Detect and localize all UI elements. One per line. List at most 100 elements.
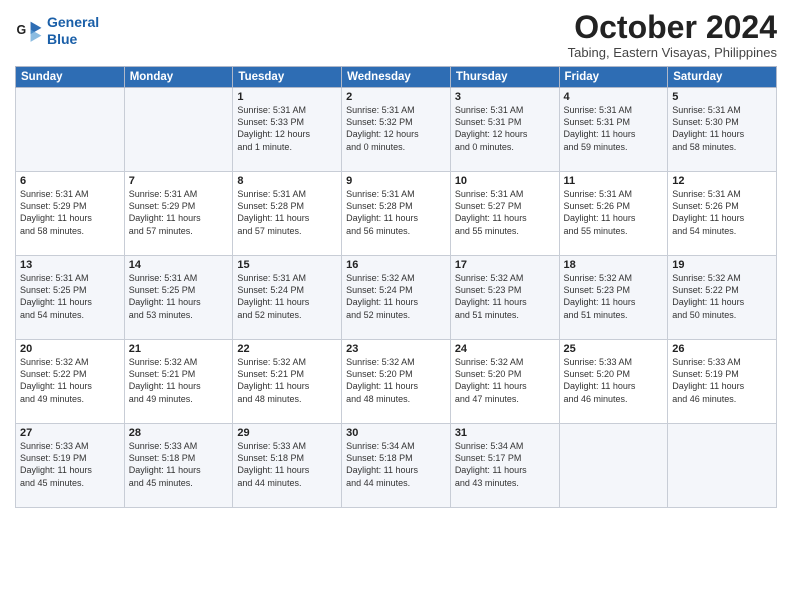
calendar-header-row: Sunday Monday Tuesday Wednesday Thursday… <box>16 67 777 88</box>
table-row: 2Sunrise: 5:31 AMSunset: 5:32 PMDaylight… <box>342 88 451 172</box>
logo-line1: General <box>47 14 99 30</box>
day-number: 25 <box>564 343 664 355</box>
table-row <box>16 88 125 172</box>
day-content: Sunrise: 5:32 AMSunset: 5:23 PMDaylight:… <box>564 272 664 321</box>
logo-line2: Blue <box>47 31 77 47</box>
day-number: 11 <box>564 175 664 187</box>
table-row: 31Sunrise: 5:34 AMSunset: 5:17 PMDayligh… <box>450 424 559 508</box>
table-row <box>124 88 233 172</box>
col-sunday: Sunday <box>16 67 125 88</box>
table-row: 6Sunrise: 5:31 AMSunset: 5:29 PMDaylight… <box>16 172 125 256</box>
day-content: Sunrise: 5:33 AMSunset: 5:18 PMDaylight:… <box>129 440 229 489</box>
day-number: 4 <box>564 91 664 103</box>
day-number: 21 <box>129 343 229 355</box>
day-number: 2 <box>346 91 446 103</box>
table-row: 15Sunrise: 5:31 AMSunset: 5:24 PMDayligh… <box>233 256 342 340</box>
logo-icon: G <box>15 17 43 45</box>
logo-text: General Blue <box>47 14 99 48</box>
table-row: 18Sunrise: 5:32 AMSunset: 5:23 PMDayligh… <box>559 256 668 340</box>
logo: G General Blue <box>15 14 99 48</box>
day-number: 15 <box>237 259 337 271</box>
day-number: 5 <box>672 91 772 103</box>
col-thursday: Thursday <box>450 67 559 88</box>
day-content: Sunrise: 5:32 AMSunset: 5:22 PMDaylight:… <box>672 272 772 321</box>
day-number: 3 <box>455 91 555 103</box>
table-row: 14Sunrise: 5:31 AMSunset: 5:25 PMDayligh… <box>124 256 233 340</box>
day-content: Sunrise: 5:33 AMSunset: 5:18 PMDaylight:… <box>237 440 337 489</box>
day-content: Sunrise: 5:31 AMSunset: 5:28 PMDaylight:… <box>237 188 337 237</box>
day-number: 9 <box>346 175 446 187</box>
day-content: Sunrise: 5:32 AMSunset: 5:21 PMDaylight:… <box>237 356 337 405</box>
table-row: 22Sunrise: 5:32 AMSunset: 5:21 PMDayligh… <box>233 340 342 424</box>
day-number: 24 <box>455 343 555 355</box>
header: G General Blue October 2024 Tabing, East… <box>15 10 777 60</box>
day-content: Sunrise: 5:32 AMSunset: 5:21 PMDaylight:… <box>129 356 229 405</box>
day-content: Sunrise: 5:31 AMSunset: 5:27 PMDaylight:… <box>455 188 555 237</box>
month-title: October 2024 <box>568 10 777 45</box>
day-number: 31 <box>455 427 555 439</box>
day-number: 14 <box>129 259 229 271</box>
calendar-week-row: 1Sunrise: 5:31 AMSunset: 5:33 PMDaylight… <box>16 88 777 172</box>
day-content: Sunrise: 5:31 AMSunset: 5:31 PMDaylight:… <box>455 104 555 153</box>
table-row: 9Sunrise: 5:31 AMSunset: 5:28 PMDaylight… <box>342 172 451 256</box>
table-row <box>668 424 777 508</box>
table-row: 28Sunrise: 5:33 AMSunset: 5:18 PMDayligh… <box>124 424 233 508</box>
col-monday: Monday <box>124 67 233 88</box>
table-row: 8Sunrise: 5:31 AMSunset: 5:28 PMDaylight… <box>233 172 342 256</box>
day-number: 18 <box>564 259 664 271</box>
table-row: 20Sunrise: 5:32 AMSunset: 5:22 PMDayligh… <box>16 340 125 424</box>
svg-text:G: G <box>17 23 27 37</box>
day-content: Sunrise: 5:31 AMSunset: 5:28 PMDaylight:… <box>346 188 446 237</box>
day-number: 1 <box>237 91 337 103</box>
col-tuesday: Tuesday <box>233 67 342 88</box>
day-content: Sunrise: 5:32 AMSunset: 5:23 PMDaylight:… <box>455 272 555 321</box>
col-friday: Friday <box>559 67 668 88</box>
calendar-week-row: 6Sunrise: 5:31 AMSunset: 5:29 PMDaylight… <box>16 172 777 256</box>
table-row: 24Sunrise: 5:32 AMSunset: 5:20 PMDayligh… <box>450 340 559 424</box>
table-row: 11Sunrise: 5:31 AMSunset: 5:26 PMDayligh… <box>559 172 668 256</box>
day-number: 7 <box>129 175 229 187</box>
calendar-week-row: 27Sunrise: 5:33 AMSunset: 5:19 PMDayligh… <box>16 424 777 508</box>
table-row <box>559 424 668 508</box>
day-number: 20 <box>20 343 120 355</box>
day-content: Sunrise: 5:32 AMSunset: 5:20 PMDaylight:… <box>455 356 555 405</box>
calendar-week-row: 20Sunrise: 5:32 AMSunset: 5:22 PMDayligh… <box>16 340 777 424</box>
day-content: Sunrise: 5:32 AMSunset: 5:20 PMDaylight:… <box>346 356 446 405</box>
day-content: Sunrise: 5:31 AMSunset: 5:26 PMDaylight:… <box>672 188 772 237</box>
col-wednesday: Wednesday <box>342 67 451 88</box>
table-row: 12Sunrise: 5:31 AMSunset: 5:26 PMDayligh… <box>668 172 777 256</box>
day-content: Sunrise: 5:31 AMSunset: 5:29 PMDaylight:… <box>129 188 229 237</box>
day-content: Sunrise: 5:32 AMSunset: 5:22 PMDaylight:… <box>20 356 120 405</box>
day-number: 12 <box>672 175 772 187</box>
day-number: 22 <box>237 343 337 355</box>
day-number: 26 <box>672 343 772 355</box>
page: G General Blue October 2024 Tabing, East… <box>0 0 792 612</box>
table-row: 26Sunrise: 5:33 AMSunset: 5:19 PMDayligh… <box>668 340 777 424</box>
day-number: 17 <box>455 259 555 271</box>
table-row: 3Sunrise: 5:31 AMSunset: 5:31 PMDaylight… <box>450 88 559 172</box>
day-content: Sunrise: 5:31 AMSunset: 5:30 PMDaylight:… <box>672 104 772 153</box>
day-content: Sunrise: 5:31 AMSunset: 5:31 PMDaylight:… <box>564 104 664 153</box>
table-row: 10Sunrise: 5:31 AMSunset: 5:27 PMDayligh… <box>450 172 559 256</box>
day-content: Sunrise: 5:31 AMSunset: 5:25 PMDaylight:… <box>20 272 120 321</box>
table-row: 19Sunrise: 5:32 AMSunset: 5:22 PMDayligh… <box>668 256 777 340</box>
day-content: Sunrise: 5:31 AMSunset: 5:33 PMDaylight:… <box>237 104 337 153</box>
table-row: 21Sunrise: 5:32 AMSunset: 5:21 PMDayligh… <box>124 340 233 424</box>
day-content: Sunrise: 5:34 AMSunset: 5:17 PMDaylight:… <box>455 440 555 489</box>
day-number: 19 <box>672 259 772 271</box>
table-row: 13Sunrise: 5:31 AMSunset: 5:25 PMDayligh… <box>16 256 125 340</box>
day-content: Sunrise: 5:31 AMSunset: 5:24 PMDaylight:… <box>237 272 337 321</box>
day-number: 30 <box>346 427 446 439</box>
table-row: 7Sunrise: 5:31 AMSunset: 5:29 PMDaylight… <box>124 172 233 256</box>
day-content: Sunrise: 5:33 AMSunset: 5:20 PMDaylight:… <box>564 356 664 405</box>
day-number: 28 <box>129 427 229 439</box>
day-content: Sunrise: 5:32 AMSunset: 5:24 PMDaylight:… <box>346 272 446 321</box>
table-row: 4Sunrise: 5:31 AMSunset: 5:31 PMDaylight… <box>559 88 668 172</box>
calendar-table: Sunday Monday Tuesday Wednesday Thursday… <box>15 66 777 508</box>
day-content: Sunrise: 5:31 AMSunset: 5:25 PMDaylight:… <box>129 272 229 321</box>
title-block: October 2024 Tabing, Eastern Visayas, Ph… <box>568 10 777 60</box>
table-row: 23Sunrise: 5:32 AMSunset: 5:20 PMDayligh… <box>342 340 451 424</box>
day-number: 27 <box>20 427 120 439</box>
day-content: Sunrise: 5:31 AMSunset: 5:26 PMDaylight:… <box>564 188 664 237</box>
day-content: Sunrise: 5:33 AMSunset: 5:19 PMDaylight:… <box>672 356 772 405</box>
